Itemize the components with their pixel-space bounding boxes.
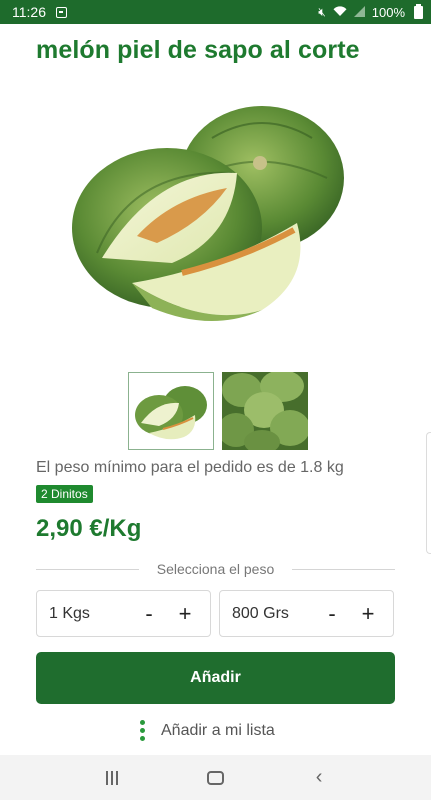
battery-icon <box>414 3 423 19</box>
edge-panel-handle[interactable] <box>426 432 431 554</box>
kg-plus-button[interactable]: + <box>168 601 202 627</box>
grs-stepper: 800 Grs - + <box>219 590 394 637</box>
min-weight-notice: El peso mínimo para el pedido es de 1.8 … <box>36 459 344 476</box>
wifi-icon <box>333 5 347 19</box>
grs-value: 800 Grs <box>232 604 289 622</box>
grs-plus-button[interactable]: + <box>351 601 385 627</box>
status-bar: 11:26 🔇︎ 100% <box>0 0 431 24</box>
kg-minus-button[interactable]: - <box>132 601 166 627</box>
add-to-list-button[interactable]: Añadir a mi lista <box>140 720 275 741</box>
app-notification-icon <box>56 6 67 18</box>
back-button[interactable]: ‹ <box>299 763 339 793</box>
more-vertical-icon <box>140 720 145 741</box>
product-title: melón piel de sapo al corte <box>36 36 360 64</box>
home-button[interactable] <box>195 763 235 793</box>
weight-selector-label: Selecciona el peso <box>156 561 275 577</box>
grs-minus-button[interactable]: - <box>315 601 349 627</box>
back-icon: ‹ <box>315 766 323 788</box>
thumbnail-strip <box>128 372 308 450</box>
weight-divider: Selecciona el peso <box>36 559 395 579</box>
status-time: 11:26 <box>12 4 46 20</box>
melon-image[interactable] <box>62 78 368 353</box>
battery-percent: 100% <box>371 4 405 20</box>
add-to-list-label: Añadir a mi lista <box>161 721 275 739</box>
product-price: 2,90 €/Kg <box>36 515 142 542</box>
divider-line-left <box>36 568 139 570</box>
recents-icon <box>105 770 118 785</box>
add-to-cart-button[interactable]: Añadir <box>36 652 395 704</box>
dinitos-badge: 2 Dinitos <box>36 485 93 503</box>
system-nav-bar: ‹ <box>0 755 431 800</box>
signal-icon <box>353 5 365 19</box>
status-icons: 🔇︎ 100% <box>318 3 423 20</box>
kg-stepper: 1 Kgs - + <box>36 590 211 637</box>
melon-cut-thumbnail[interactable] <box>128 372 214 450</box>
home-icon <box>206 770 224 785</box>
divider-line-right <box>292 568 395 570</box>
melons-pile-thumbnail[interactable] <box>222 372 308 450</box>
recents-button[interactable] <box>92 763 132 793</box>
mute-icon: 🔇︎ <box>318 5 326 19</box>
kg-value: 1 Kgs <box>49 604 90 622</box>
